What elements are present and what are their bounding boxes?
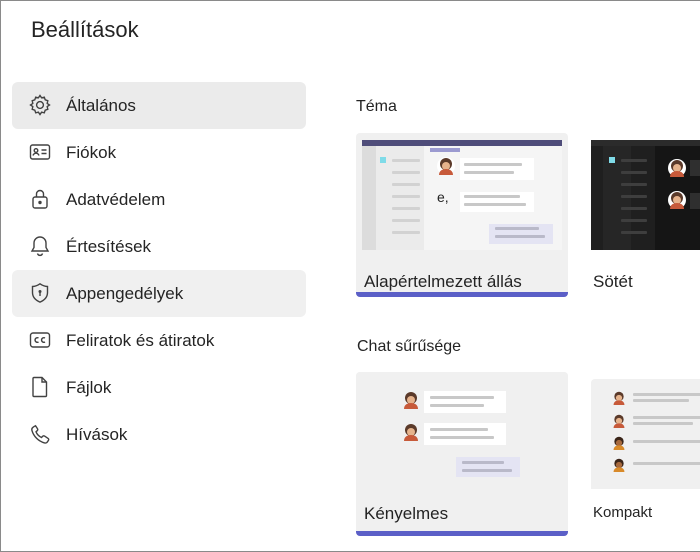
avatar — [402, 391, 420, 409]
gear-icon — [28, 93, 52, 117]
closed-caption-icon — [28, 328, 52, 352]
sidebar-item-files[interactable]: Fájlok — [12, 364, 306, 411]
avatar — [402, 423, 420, 441]
theme-option-label: Sötét — [593, 272, 633, 291]
file-icon — [28, 375, 52, 399]
density-section-title: Chat sűrűsége — [357, 338, 462, 355]
sidebar-item-label: Feliratok és átiratok — [66, 330, 215, 350]
sidebar-item-label: Általános — [66, 95, 136, 115]
sidebar-item-label: Fiókok — [66, 142, 117, 162]
theme-option-default[interactable]: e, Alapértelmezett állás — [356, 133, 568, 297]
density-option-label: Kényelmes — [364, 504, 449, 523]
theme-option-dark[interactable]: Sötét — [591, 133, 700, 297]
page-title: Beállítások — [31, 17, 139, 42]
sidebar-item-accounts[interactable]: Fiókok — [12, 129, 306, 176]
sidebar-item-app-permissions[interactable]: Appengedélyek — [12, 270, 306, 317]
sidebar-item-label: Értesítések — [66, 236, 152, 256]
settings-window: Beállítások Általános Fiókok Adatvédelem… — [0, 0, 700, 552]
sidebar-item-label: Adatvédelem — [66, 189, 166, 209]
avatar — [437, 157, 455, 175]
sidebar-item-label: Hívások — [66, 424, 128, 444]
sidebar-item-privacy[interactable]: Adatvédelem — [12, 176, 306, 223]
avatar — [612, 391, 626, 405]
sidebar-item-notifications[interactable]: Értesítések — [12, 223, 306, 270]
density-preview-comfy — [356, 372, 568, 489]
avatar — [612, 414, 626, 428]
lock-icon — [28, 187, 52, 211]
density-option-compact[interactable]: Kompakt — [591, 379, 700, 536]
sidebar-item-label: Fájlok — [66, 377, 112, 397]
sidebar-item-general[interactable]: Általános — [12, 82, 306, 129]
avatar — [668, 191, 686, 209]
shield-icon — [28, 281, 52, 305]
density-option-comfy[interactable]: Kényelmes — [356, 372, 568, 536]
avatar — [612, 436, 626, 450]
phone-icon — [28, 422, 52, 446]
avatar — [612, 458, 626, 472]
theme-preview-light: e, — [356, 133, 568, 250]
bell-icon — [28, 234, 52, 258]
id-card-icon — [28, 140, 52, 164]
density-preview-compact — [591, 379, 700, 489]
theme-preview-dark — [591, 133, 700, 250]
theme-section-title: Téma — [356, 98, 397, 115]
selected-indicator — [356, 531, 568, 536]
sidebar-item-calls[interactable]: Hívások — [12, 411, 306, 458]
settings-sidebar: Általános Fiókok Adatvédelem Értesítések… — [12, 82, 306, 458]
sidebar-item-captions[interactable]: Feliratok és átiratok — [12, 317, 306, 364]
theme-preview-text: e, — [437, 189, 449, 205]
density-option-label: Kompakt — [593, 504, 653, 521]
theme-option-label: Alapértelmezett állás — [364, 272, 522, 291]
avatar — [668, 159, 686, 177]
selected-indicator — [356, 292, 568, 297]
sidebar-item-label: Appengedélyek — [66, 283, 184, 303]
